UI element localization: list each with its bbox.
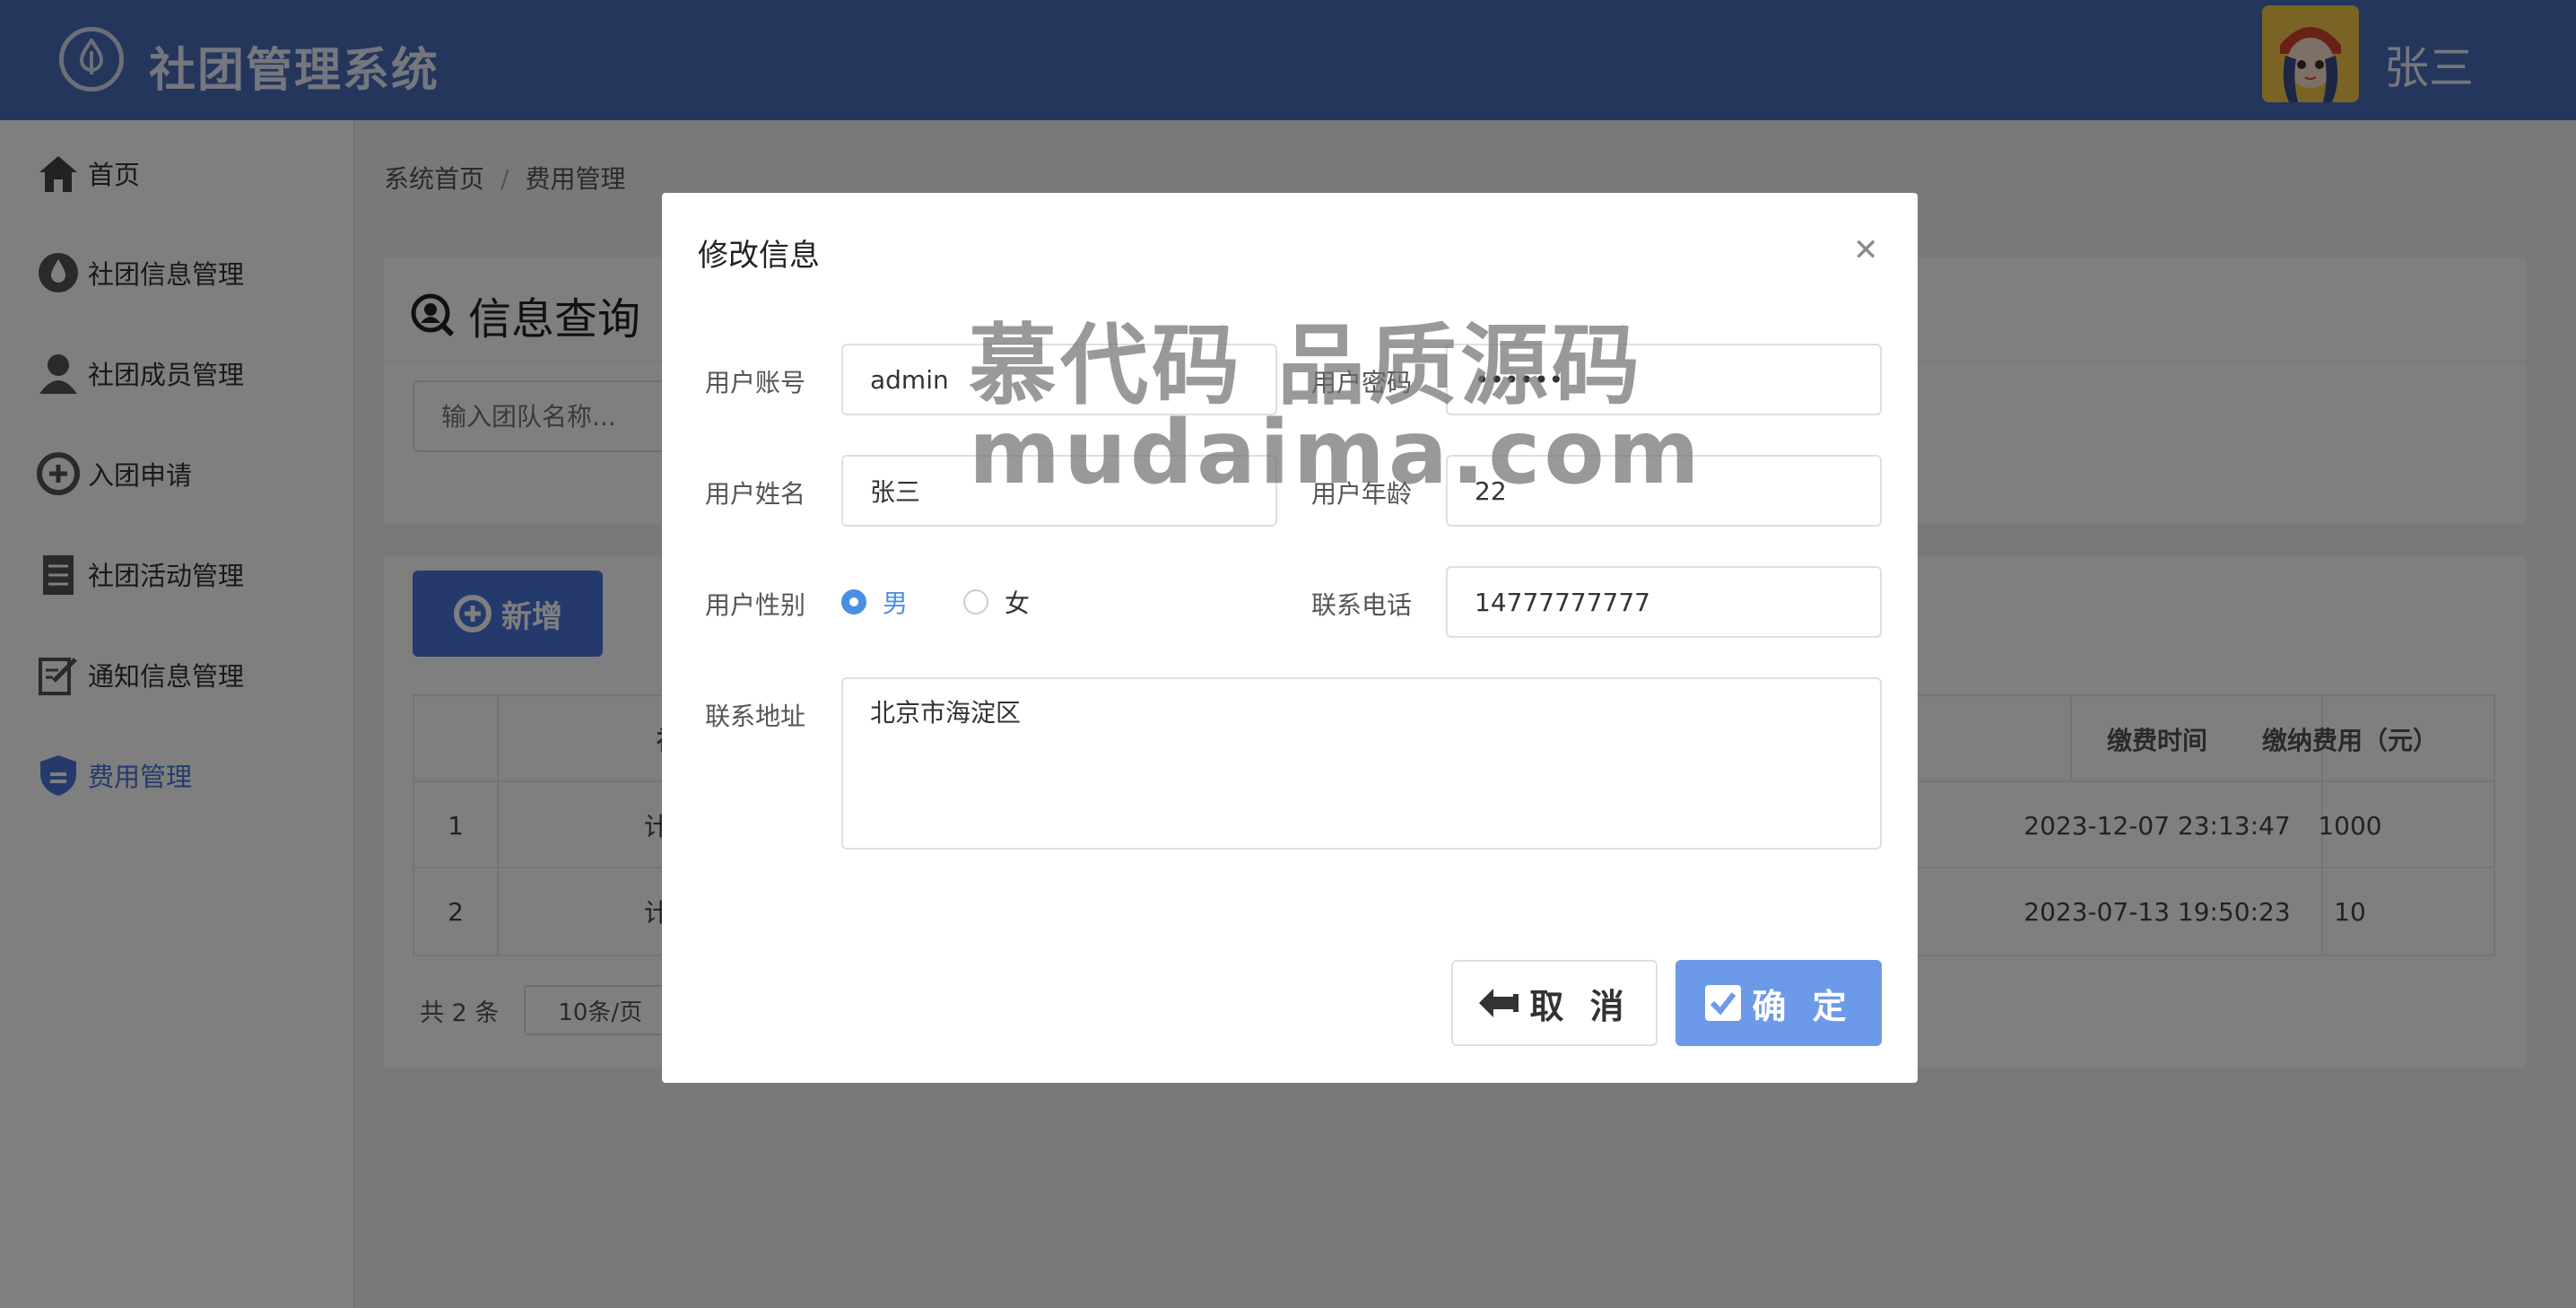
radio-dot (963, 589, 988, 615)
gender-female-radio[interactable]: 女 (963, 584, 1030, 620)
cancel-button-label: 取 消 (1529, 986, 1632, 1026)
watermark-url: mudaima.com (969, 402, 1703, 504)
address-textarea[interactable]: 北京市海淀区 (841, 677, 1882, 850)
gender-male-radio[interactable]: 男 (841, 584, 908, 620)
radio-label: 男 (883, 589, 909, 618)
account-label: 用户账号 (704, 368, 805, 397)
back-arrow-icon (1477, 985, 1520, 1021)
phone-input[interactable]: 14777777777 (1446, 566, 1882, 638)
confirm-button-label: 确 定 (1752, 986, 1854, 1026)
radio-dot (841, 589, 866, 615)
name-label: 用户姓名 (704, 479, 805, 509)
radio-label: 女 (1005, 589, 1031, 618)
close-icon[interactable]: ✕ (1853, 232, 1879, 268)
check-square-icon (1703, 983, 1743, 1023)
phone-label: 联系电话 (1310, 590, 1412, 620)
cancel-button[interactable]: 取 消 (1451, 960, 1658, 1046)
address-label: 联系地址 (704, 702, 805, 731)
gender-label: 用户性别 (704, 590, 805, 620)
dialog-title: 修改信息 (698, 238, 820, 274)
confirm-button[interactable]: 确 定 (1675, 960, 1882, 1046)
